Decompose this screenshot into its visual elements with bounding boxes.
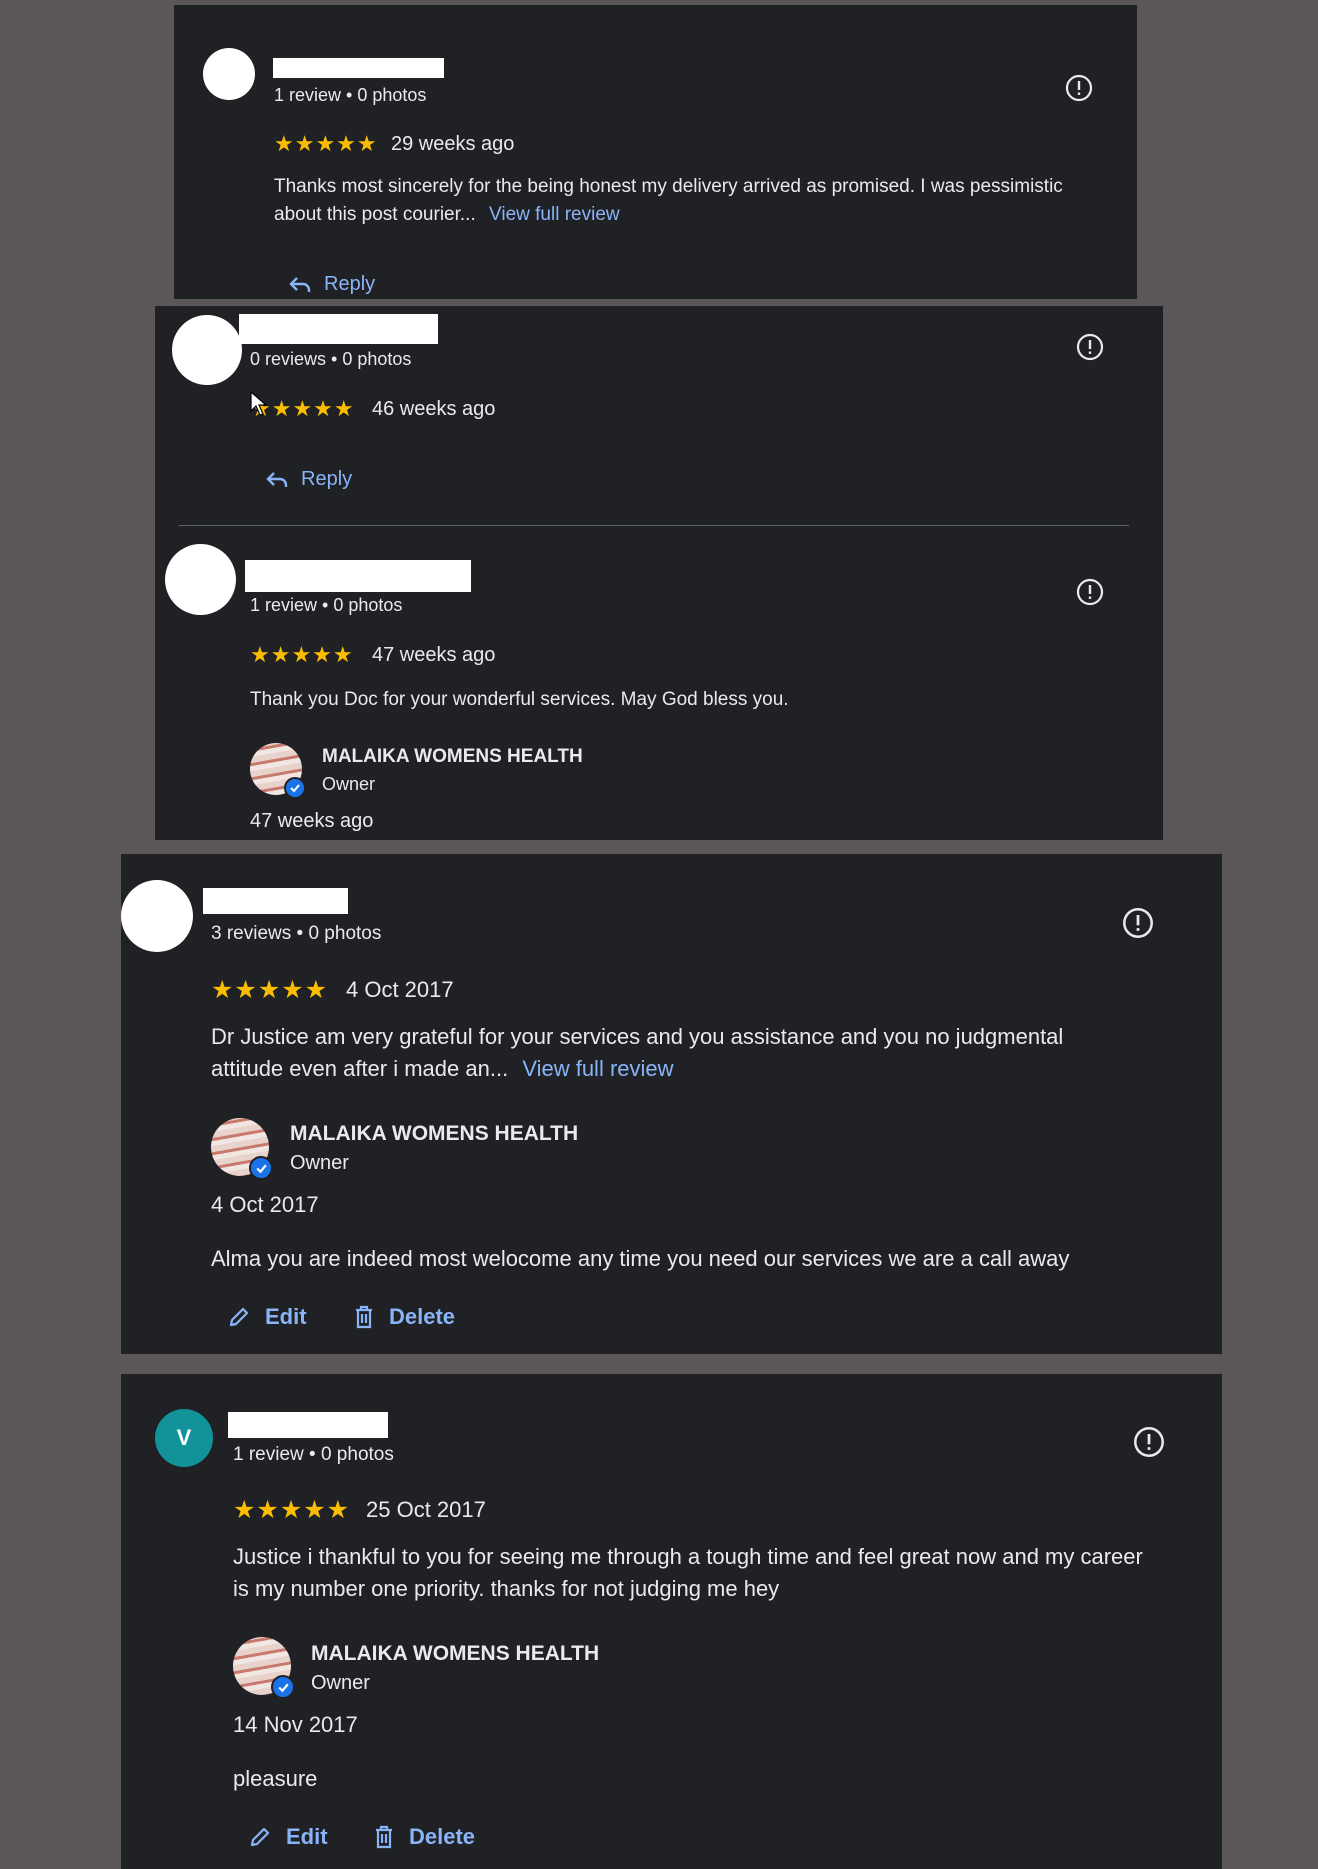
reply-label: Reply — [324, 273, 376, 295]
reviewer-name-redacted[interactable] — [273, 58, 444, 78]
review-card: 1 review • 0 photos ★★★★★ 29 weeks ago T… — [174, 5, 1137, 299]
reviewer-meta: 1 review • 0 photos — [233, 1444, 394, 1465]
reply-arrow-icon — [289, 276, 311, 292]
reviewer-avatar[interactable] — [172, 315, 242, 385]
reviewer-meta: 3 reviews • 0 photos — [211, 923, 382, 944]
reviewer-name-redacted[interactable] — [239, 314, 438, 344]
owner-role: Owner — [311, 1672, 370, 1694]
review-card: 3 reviews • 0 photos ★★★★★ 4 Oct 2017 Dr… — [121, 854, 1222, 1354]
report-flag-icon[interactable] — [1076, 333, 1104, 366]
reply-button[interactable]: Reply — [288, 273, 375, 296]
report-flag-icon[interactable] — [1133, 1426, 1165, 1463]
owner-name: MALAIKA WOMENS HEALTH — [311, 1642, 600, 1665]
star-rating: ★★★★★ — [211, 976, 329, 1004]
review-card-group: 0 reviews • 0 photos ★★★★★ 46 weeks ago … — [155, 306, 1163, 840]
owner-role: Owner — [322, 774, 376, 794]
report-flag-icon[interactable] — [1122, 907, 1154, 944]
reviewer-avatar[interactable] — [121, 880, 193, 952]
owner-avatar[interactable] — [250, 743, 306, 799]
owner-avatar[interactable] — [211, 1118, 273, 1180]
pencil-icon — [250, 1827, 270, 1847]
report-flag-icon[interactable] — [1065, 74, 1093, 107]
trash-icon — [356, 1305, 372, 1329]
reviewer-meta: 0 reviews • 0 photos — [250, 349, 412, 369]
owner-response-text: Alma you are indeed most welocome any ti… — [211, 1246, 1070, 1271]
review-text: Thank you Doc for your wonderful service… — [250, 689, 789, 710]
owner-response-time: 14 Nov 2017 — [233, 1712, 358, 1737]
star-rating: ★★★★★ — [274, 131, 378, 156]
delete-button[interactable]: Delete — [353, 1304, 455, 1330]
reviewer-meta: 1 review • 0 photos — [274, 85, 427, 105]
verified-badge-icon — [249, 1156, 273, 1180]
review-divider — [179, 525, 1129, 526]
delete-button[interactable]: Delete — [373, 1824, 475, 1850]
view-full-review-link[interactable]: View full review — [522, 1056, 673, 1081]
view-full-review-link[interactable]: View full review — [489, 204, 620, 225]
verified-badge-icon — [284, 777, 306, 799]
review-time: 25 Oct 2017 — [366, 1497, 486, 1522]
owner-name: MALAIKA WOMENS HEALTH — [290, 1122, 579, 1145]
reviewer-avatar[interactable]: V — [155, 1409, 213, 1467]
review-time: 29 weeks ago — [391, 133, 515, 155]
mouse-cursor-icon — [250, 390, 268, 422]
star-rating: ★★★★★ — [233, 1496, 351, 1524]
review-text: Thanks most sincerely for the being hone… — [274, 173, 1064, 228]
delete-label: Delete — [389, 1304, 456, 1329]
owner-response-time: 4 Oct 2017 — [211, 1192, 319, 1217]
review-card: V 1 review • 0 photos ★★★★★ 25 Oct 2017 … — [121, 1374, 1222, 1869]
owner-response-time: 47 weeks ago — [250, 810, 374, 832]
reviewer-name-redacted[interactable] — [228, 1412, 388, 1438]
reviewer-name-redacted[interactable] — [245, 560, 471, 592]
review-time: 4 Oct 2017 — [346, 977, 454, 1002]
reviewer-name-redacted[interactable] — [203, 888, 348, 914]
reviewer-avatar[interactable] — [165, 544, 236, 615]
owner-response-text: pleasure — [233, 1766, 318, 1791]
verified-badge-icon — [271, 1675, 295, 1699]
reply-arrow-icon — [266, 471, 288, 487]
owner-avatar[interactable] — [233, 1637, 295, 1699]
edit-button[interactable]: Edit — [227, 1304, 307, 1330]
star-rating: ★★★★★ — [250, 642, 354, 667]
reply-button[interactable]: Reply — [265, 468, 352, 491]
reply-label: Reply — [301, 468, 353, 490]
delete-label: Delete — [409, 1824, 476, 1849]
review-text-body: Thanks most sincerely for the being hone… — [274, 176, 1063, 225]
pencil-icon — [229, 1307, 249, 1327]
report-flag-icon[interactable] — [1076, 578, 1104, 611]
review-text: Justice i thankful to you for seeing me … — [233, 1544, 1143, 1601]
trash-icon — [376, 1825, 392, 1849]
reviewer-avatar[interactable] — [203, 48, 255, 100]
edit-label: Edit — [265, 1304, 307, 1329]
reviewer-meta: 1 review • 0 photos — [250, 595, 403, 615]
review-text: Dr Justice am very grateful for your ser… — [211, 1021, 1141, 1085]
review-time: 46 weeks ago — [372, 398, 496, 420]
owner-role: Owner — [290, 1152, 349, 1174]
review-time: 47 weeks ago — [372, 644, 496, 666]
owner-name: MALAIKA WOMENS HEALTH — [322, 746, 583, 767]
edit-label: Edit — [286, 1824, 328, 1849]
edit-button[interactable]: Edit — [248, 1824, 328, 1850]
